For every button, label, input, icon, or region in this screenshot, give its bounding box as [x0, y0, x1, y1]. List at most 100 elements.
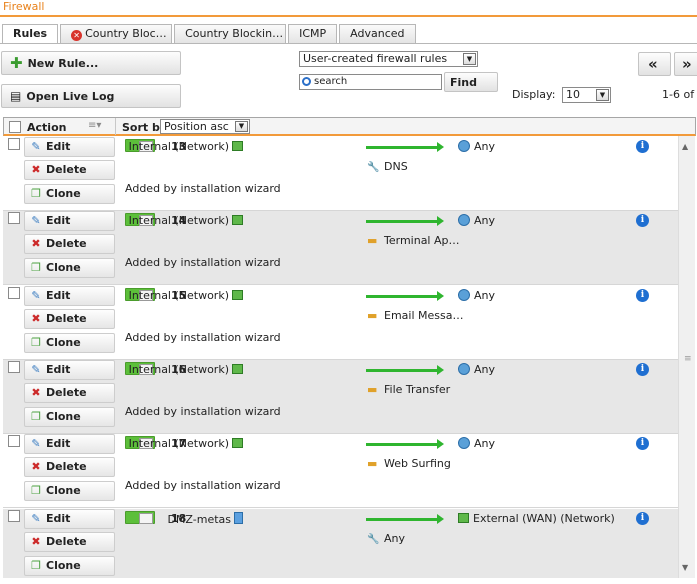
plus-icon: ✚: [10, 54, 23, 72]
action-column-label: Action: [27, 121, 67, 134]
table-row: ✎ Edit ✖ Delete ❐ Clone 17 Internal (Networ…: [3, 434, 678, 509]
open-live-log-label: Open Live Log: [26, 89, 115, 103]
table-row: ✎ Edit ✖ Delete ❐ Clone 13 Internal (Networ…: [3, 137, 678, 211]
scroll-grip-icon[interactable]: ≡: [684, 354, 692, 364]
column-menu-icon[interactable]: ≡▾: [88, 120, 101, 131]
tab-bar: Rules ✕ Country Bloc… Country Blockin… IC…: [2, 24, 418, 44]
tabs-divider: [0, 43, 697, 44]
rule-filter-value: User-created firewall rules: [303, 52, 448, 65]
globe-icon: [458, 140, 470, 152]
rule-source-label: Internal (Network): [128, 437, 229, 451]
tab-label: ICMP: [299, 27, 327, 40]
network-icon: [232, 289, 243, 300]
tab-country-blocking[interactable]: ✕ Country Bloc…: [60, 24, 173, 43]
tab-icmp[interactable]: ICMP: [288, 24, 338, 43]
next-page-button[interactable]: »: [674, 52, 697, 76]
scroll-up-icon[interactable]: ▲: [682, 142, 688, 151]
rule-source-label: Internal (Network): [128, 140, 229, 153]
delete-button[interactable]: ✖ Delete: [24, 308, 115, 329]
direction-arrow-icon: [366, 364, 444, 375]
table-row: ✎ Edit ✖ Delete ❐ Clone 15 Internal (Networ…: [3, 285, 678, 360]
info-icon[interactable]: i: [636, 362, 649, 376]
delete-button[interactable]: ✖ Delete: [24, 382, 115, 403]
rule-service: ▬ File Transfer: [367, 383, 450, 396]
globe-icon: [458, 214, 470, 227]
rule-note: Added by installation wizard: [125, 330, 281, 344]
rule-service: ▬ Terminal Ap…: [367, 234, 460, 247]
tab-country-blocking-exceptions[interactable]: Country Blockin…: [174, 24, 287, 43]
rule-service-label: File Transfer: [384, 382, 451, 396]
display-count-select[interactable]: 10 ▼: [562, 87, 611, 103]
clone-icon: ❐: [31, 335, 41, 349]
find-button[interactable]: Find: [444, 72, 498, 92]
rule-destination: Any: [458, 288, 496, 302]
delete-button[interactable]: ✖ Delete: [24, 531, 115, 552]
network-icon: [232, 141, 243, 151]
rule-destination-label: Any: [474, 362, 496, 376]
clone-icon: ❐: [31, 558, 41, 572]
rule-destination-label: Any: [474, 437, 496, 451]
rule-source: Internal (Network): [3, 289, 243, 302]
direction-arrow-icon: [366, 513, 444, 524]
rule-source: Internal (Network): [3, 437, 243, 450]
service-group-icon: ▬: [367, 382, 378, 396]
info-icon[interactable]: i: [636, 140, 649, 153]
rule-destination-label: External (WAN) (Network): [473, 511, 615, 525]
title-divider: [0, 15, 697, 17]
chevron-down-icon: ▼: [463, 53, 476, 65]
prev-page-icon: «: [648, 55, 658, 73]
new-rule-button[interactable]: ✚ New Rule...: [1, 51, 181, 75]
clone-button[interactable]: ❐ Clone: [24, 184, 115, 204]
scroll-down-icon[interactable]: ▼: [682, 563, 688, 572]
info-icon[interactable]: i: [636, 437, 649, 451]
rule-note: Added by installation wizard: [125, 404, 281, 418]
tab-rules[interactable]: Rules: [2, 24, 59, 44]
delete-label: Delete: [46, 237, 87, 251]
find-label: Find: [450, 75, 477, 89]
clone-label: Clone: [46, 484, 81, 498]
rule-source: Internal (Network): [3, 363, 243, 376]
delete-label: Delete: [46, 311, 87, 325]
service-group-icon: ▬: [367, 308, 378, 322]
delete-icon: ✖: [31, 534, 41, 548]
delete-label: Delete: [46, 385, 87, 399]
vertical-scrollbar[interactable]: ▲ ≡ ▼: [678, 136, 695, 578]
service-group-icon: ▬: [367, 234, 378, 248]
rule-destination-label: Any: [474, 214, 496, 228]
rule-service-label: DNS: [384, 160, 408, 173]
dns-icon: 🔧: [367, 162, 380, 173]
delete-label: Delete: [46, 534, 87, 548]
sort-select[interactable]: Position asc ▼: [160, 119, 250, 134]
rule-filter-select[interactable]: User-created firewall rules ▼: [299, 51, 478, 67]
info-icon[interactable]: i: [636, 214, 649, 228]
globe-icon: [458, 288, 470, 301]
open-live-log-button[interactable]: ▤ Open Live Log: [1, 84, 181, 108]
clone-icon: ❐: [31, 187, 41, 200]
delete-button[interactable]: ✖ Delete: [24, 457, 115, 478]
rule-service-label: Email Messa…: [384, 308, 464, 322]
clone-label: Clone: [46, 335, 81, 349]
clone-button[interactable]: ❐ Clone: [24, 332, 115, 353]
host-icon: [234, 511, 243, 524]
info-icon[interactable]: i: [636, 288, 649, 302]
search-input[interactable]: search: [299, 74, 442, 90]
chevron-down-icon: ▼: [235, 121, 248, 132]
clone-label: Clone: [46, 261, 81, 275]
delete-button[interactable]: ✖ Delete: [24, 234, 115, 255]
clone-button[interactable]: ❐ Clone: [24, 258, 115, 279]
rule-source: Internal (Network): [3, 140, 243, 153]
tab-advanced[interactable]: Advanced: [339, 24, 416, 43]
pager-text: 1-6 of 6: [662, 88, 697, 101]
select-all-checkbox[interactable]: [9, 121, 21, 133]
info-icon[interactable]: i: [636, 511, 649, 525]
clone-button[interactable]: ❐ Clone: [24, 481, 115, 502]
prev-page-button[interactable]: «: [638, 52, 671, 76]
clone-button[interactable]: ❐ Clone: [24, 555, 115, 576]
network-icon: [232, 438, 243, 449]
rule-destination-label: Any: [474, 288, 496, 302]
delete-button[interactable]: ✖ Delete: [24, 160, 115, 180]
rule-source: DMZ-metas: [3, 511, 243, 526]
clone-button[interactable]: ❐ Clone: [24, 406, 115, 427]
search-placeholder: search: [314, 76, 348, 87]
direction-arrow-icon: [366, 142, 444, 152]
